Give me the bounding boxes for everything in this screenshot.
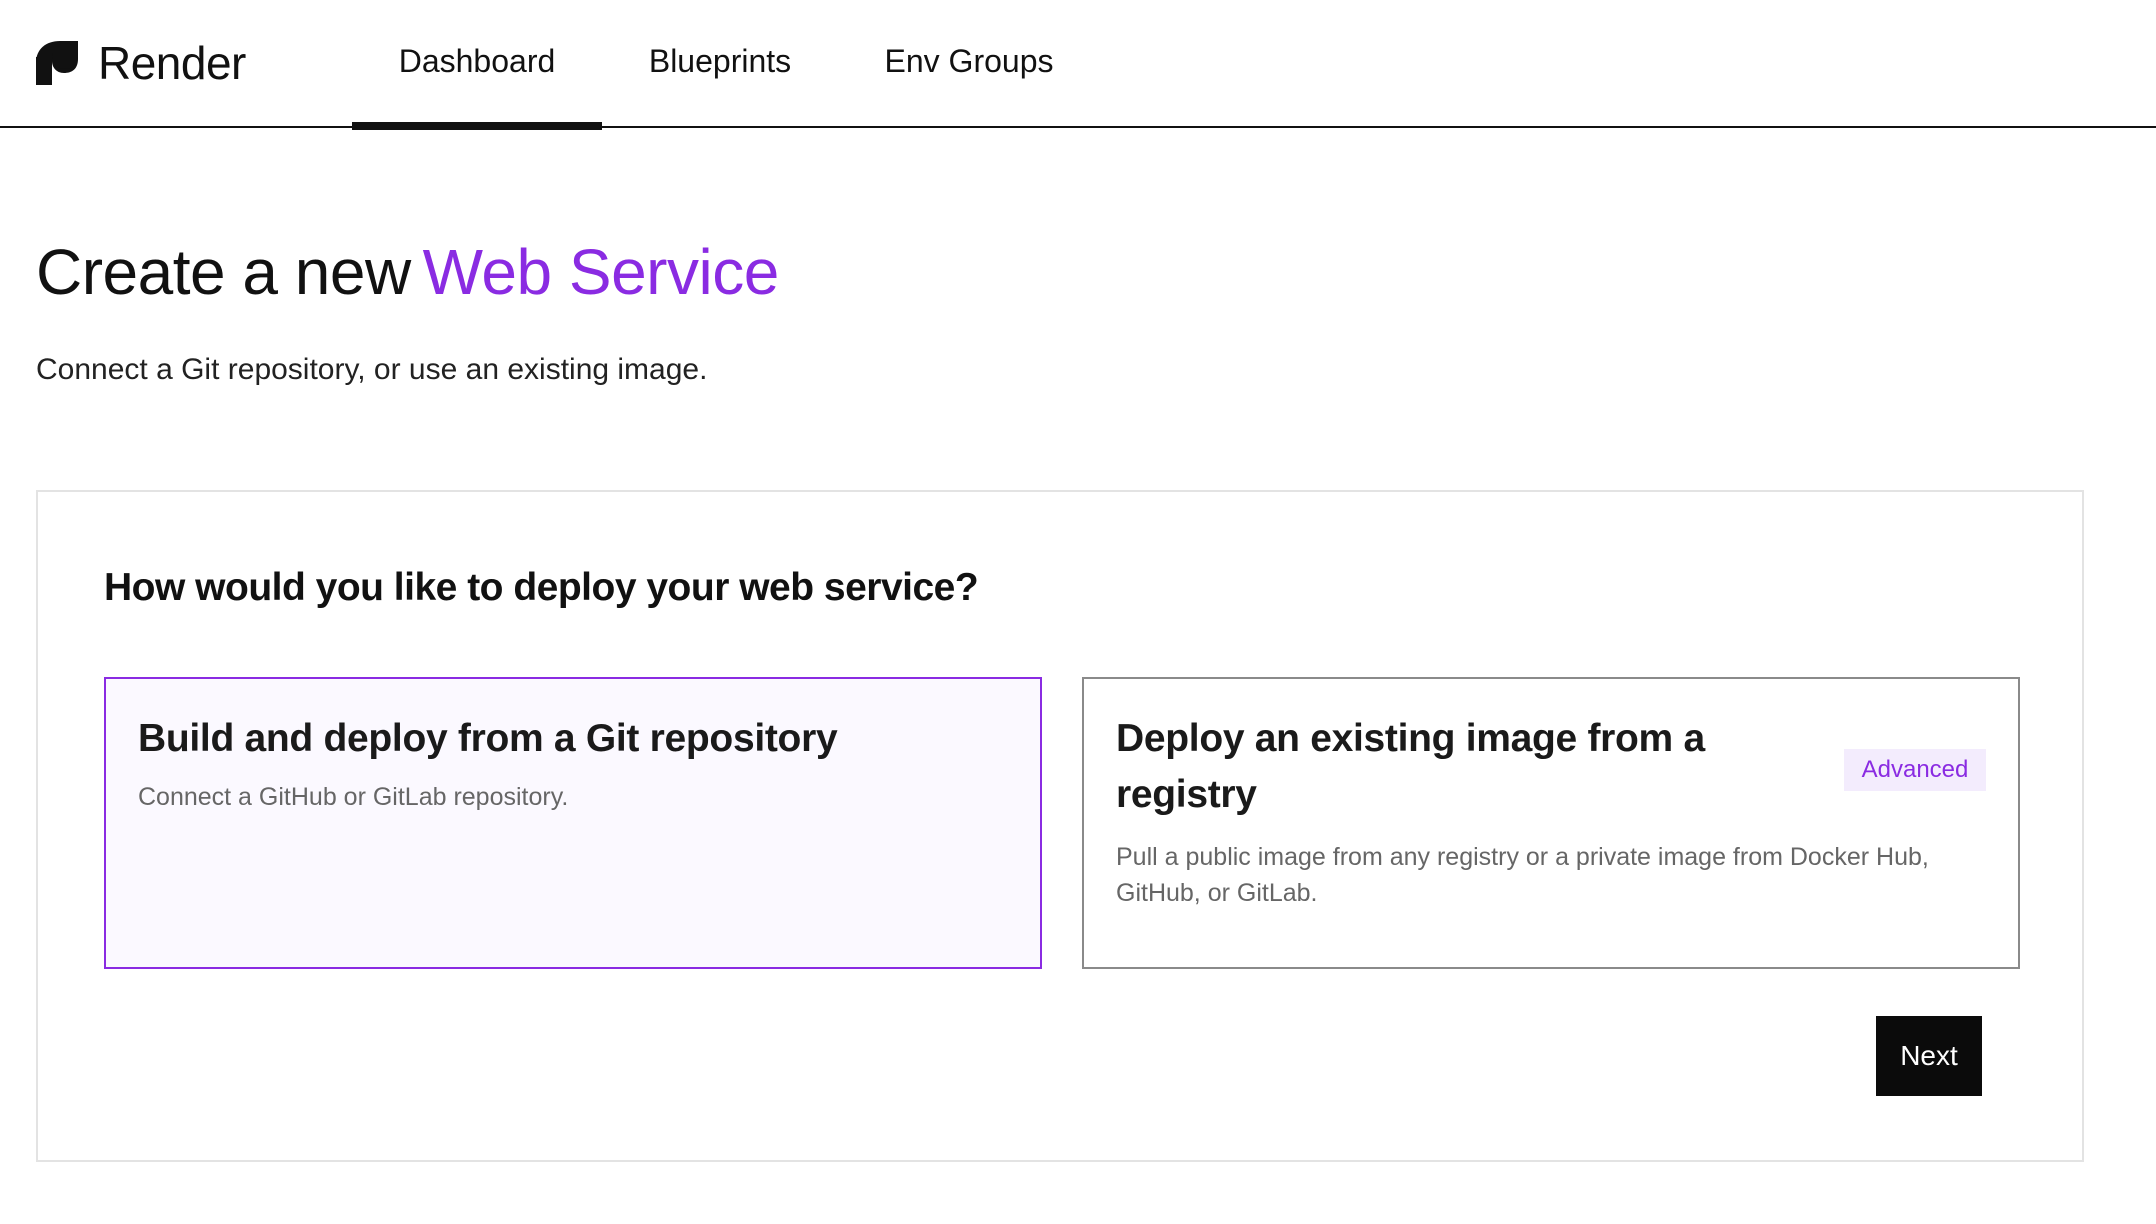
next-button[interactable]: Next — [1876, 1016, 1982, 1096]
page-title-accent: Web Service — [422, 236, 780, 308]
tab-dashboard[interactable]: Dashboard — [352, 0, 602, 130]
brand-name: Render — [98, 37, 246, 89]
advanced-badge: Advanced — [1844, 749, 1986, 791]
deploy-question: How would you like to deploy your web se… — [104, 566, 979, 609]
top-navigation: Render Dashboard Blueprints Env Groups — [0, 0, 2156, 130]
image-option-description: Pull a public image from any registry or… — [1116, 843, 1929, 907]
page-subtitle: Connect a Git repository, or use an exis… — [36, 353, 708, 386]
git-option-description: Connect a GitHub or GitLab repository. — [138, 783, 569, 811]
deploy-method-panel: How would you like to deploy your web se… — [36, 490, 2084, 1162]
render-logo-icon — [36, 41, 78, 85]
tab-env-groups[interactable]: Env Groups — [862, 0, 1076, 128]
git-repository-option[interactable]: Build and deploy from a Git repository C… — [104, 677, 1042, 969]
existing-image-option[interactable]: Deploy an existing image from a registry… — [1082, 677, 2020, 969]
page-title: Create a new Web Service — [36, 232, 779, 312]
tab-blueprints[interactable]: Blueprints — [620, 0, 820, 128]
image-option-title: Deploy an existing image from a registry — [1116, 717, 1705, 816]
page-title-prefix: Create a new — [36, 236, 411, 308]
git-option-title: Build and deploy from a Git repository — [138, 717, 838, 760]
render-home-link[interactable]: Render — [36, 38, 246, 88]
